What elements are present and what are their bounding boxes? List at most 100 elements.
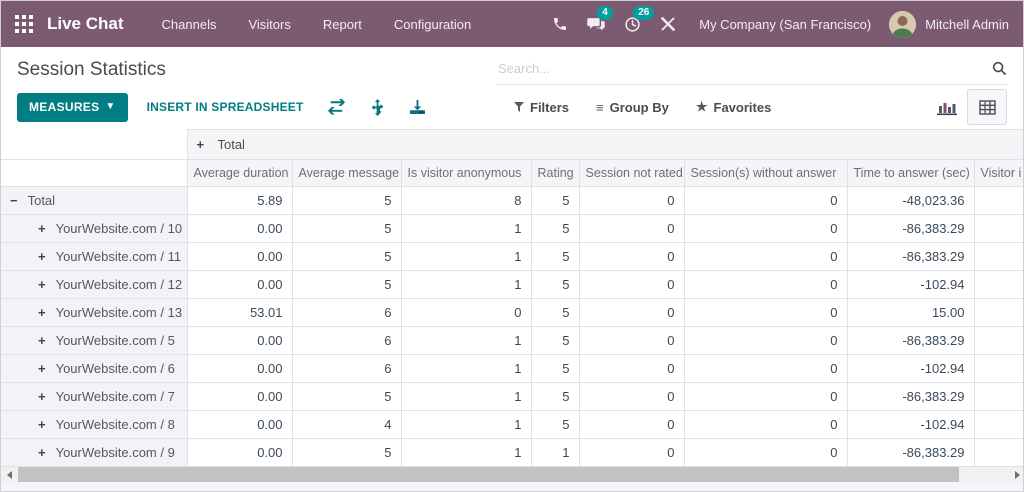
pivot-cell: 0.00 <box>186 382 293 411</box>
pivot-cell <box>973 382 1023 411</box>
pivot-cell: 5.89 <box>186 186 293 215</box>
favorites-label: Favorites <box>713 99 772 115</box>
pivot-row-header[interactable]: + YourWebsite.com / 11 <box>1 242 188 271</box>
expand-icon[interactable]: + <box>38 333 46 348</box>
pivot-cell: 5 <box>291 242 402 271</box>
row-label: YourWebsite.com / 5 <box>55 333 175 348</box>
pivot-column-group-header[interactable]: + Total <box>186 129 1023 160</box>
caret-down-icon: ▼ <box>105 101 116 112</box>
pivot-cell <box>973 298 1023 327</box>
pivot-row-header[interactable]: + YourWebsite.com / 12 <box>1 270 188 299</box>
filters-button[interactable]: Filters <box>514 100 569 115</box>
pivot-measure-header[interactable]: Session not rated <box>578 159 685 187</box>
row-label: Total <box>27 193 56 208</box>
favorites-button[interactable]: ★ Favorites <box>696 99 771 115</box>
expand-all-icon[interactable] <box>369 98 386 116</box>
pivot-view-button[interactable] <box>967 89 1007 125</box>
pivot-cell: 0 <box>683 298 848 327</box>
horizontal-scrollbar[interactable] <box>1 467 1023 482</box>
filters-label: Filters <box>530 99 570 115</box>
pivot-row-header[interactable]: + YourWebsite.com / 10 <box>1 214 188 243</box>
nav-menu-channels[interactable]: Channels <box>146 17 233 32</box>
nav-menu-configuration[interactable]: Configuration <box>378 17 487 32</box>
pivot-body: − Total 5.89 5 8 5 0 0 -48,023.36 + YourWebsite.co… <box>1 186 1023 467</box>
apps-grid-icon[interactable] <box>15 15 33 33</box>
pivot-measure-header[interactable]: Average duration <box>186 159 293 187</box>
nav-menu-report[interactable]: Report <box>307 17 378 32</box>
top-navbar: Live Chat Channels Visitors Report Configur… <box>1 1 1023 47</box>
row-label: YourWebsite.com / 12 <box>55 277 183 292</box>
pivot-row-header[interactable]: + YourWebsite.com / 8 <box>1 410 188 439</box>
insert-in-spreadsheet-button[interactable]: INSERT IN SPREADSHEET <box>147 100 304 114</box>
expand-icon[interactable]: + <box>38 221 46 236</box>
pivot-cell: 0 <box>578 186 685 215</box>
pivot-row: + YourWebsite.com / 10 0.00 5 1 5 0 0 -86,383.29 <box>1 214 1023 243</box>
pivot-cell: 0 <box>683 270 848 299</box>
pivot-cell: 5 <box>291 270 402 299</box>
scroll-left-button[interactable] <box>1 467 17 482</box>
pivot-cell: 1 <box>400 242 532 271</box>
page-title: Session Statistics <box>17 59 166 80</box>
pivot-cell: 0 <box>578 382 685 411</box>
pivot-measure-header[interactable]: Time to answer (sec) <box>846 159 975 187</box>
expand-icon[interactable]: + <box>38 249 46 264</box>
pivot-cell: 5 <box>291 214 402 243</box>
pivot-measure-header[interactable]: Visitor i <box>973 159 1023 187</box>
download-icon[interactable] <box>409 99 426 115</box>
pivot-measure-header[interactable]: Session(s) without answer <box>683 159 848 187</box>
pivot-row: + YourWebsite.com / 12 0.00 5 1 5 0 0 -102.94 <box>1 270 1023 299</box>
pivot-measure-header[interactable]: Average message <box>291 159 402 187</box>
pivot-cell: -86,383.29 <box>846 214 975 243</box>
pivot-row-header[interactable]: + YourWebsite.com / 5 <box>1 326 188 355</box>
company-switcher[interactable]: My Company (San Francisco) <box>699 17 871 32</box>
developer-tools-icon[interactable] <box>653 9 683 39</box>
scroll-right-button[interactable] <box>1009 467 1023 482</box>
expand-icon[interactable]: + <box>38 445 46 460</box>
flip-axis-icon[interactable] <box>327 99 346 115</box>
pivot-measure-header[interactable]: Rating <box>530 159 580 187</box>
page-background-strip <box>1 482 1023 491</box>
expand-icon[interactable]: + <box>38 417 46 432</box>
messages-icon[interactable]: 4 <box>581 6 613 39</box>
pivot-row-header[interactable]: + YourWebsite.com / 7 <box>1 382 188 411</box>
pivot-cell: 5 <box>291 382 402 411</box>
nav-menu-visitors[interactable]: Visitors <box>232 17 306 32</box>
pivot-row-header[interactable]: + YourWebsite.com / 13 <box>1 298 188 327</box>
pivot-cell: 0.00 <box>186 438 293 467</box>
search-icon[interactable] <box>992 61 1007 76</box>
app-name[interactable]: Live Chat <box>47 14 124 34</box>
expand-icon[interactable]: + <box>38 389 46 404</box>
pivot-row-header[interactable]: − Total <box>1 186 188 215</box>
pivot-cell: 0 <box>400 298 532 327</box>
pivot-cell <box>973 354 1023 383</box>
scrollbar-thumb[interactable] <box>18 467 959 482</box>
pivot-row-header[interactable]: + YourWebsite.com / 6 <box>1 354 188 383</box>
pivot-row: + YourWebsite.com / 9 0.00 5 1 1 0 0 -86,383.29 <box>1 438 1023 467</box>
expand-icon[interactable]: + <box>38 361 46 376</box>
search-input[interactable] <box>496 60 992 77</box>
collapse-icon[interactable]: − <box>10 193 18 208</box>
row-label: YourWebsite.com / 7 <box>55 389 175 404</box>
user-avatar[interactable] <box>889 10 917 38</box>
pivot-cell: -86,383.29 <box>846 382 975 411</box>
user-menu[interactable]: Mitchell Admin <box>925 17 1009 32</box>
pivot-cell: 0 <box>578 242 685 271</box>
measures-button[interactable]: MEASURES ▼ <box>17 92 128 122</box>
phone-icon[interactable] <box>545 9 575 39</box>
navbar-right: 4 26 My Company (San Francisco) Mitchell… <box>539 6 1009 39</box>
pivot-measure-header[interactable]: Is visitor anonymous <box>400 159 532 187</box>
expand-icon[interactable]: + <box>38 277 46 292</box>
pivot-cell: 5 <box>530 298 580 327</box>
expand-icon[interactable]: + <box>38 305 46 320</box>
star-icon: ★ <box>695 99 708 114</box>
expand-icon[interactable]: + <box>197 137 205 152</box>
activities-clock-icon[interactable]: 26 <box>617 6 655 39</box>
search-bar[interactable] <box>496 60 1007 85</box>
bar-chart-view-button[interactable] <box>937 99 957 116</box>
filter-funnel-icon <box>514 100 524 115</box>
pivot-row: − Total 5.89 5 8 5 0 0 -48,023.36 <box>1 186 1023 215</box>
group-by-button[interactable]: ≡ Group By <box>596 100 669 115</box>
pivot-cell: 6 <box>291 298 402 327</box>
pivot-row-header[interactable]: + YourWebsite.com / 9 <box>1 438 188 467</box>
nav-menus: Channels Visitors Report Configuration <box>146 17 488 32</box>
